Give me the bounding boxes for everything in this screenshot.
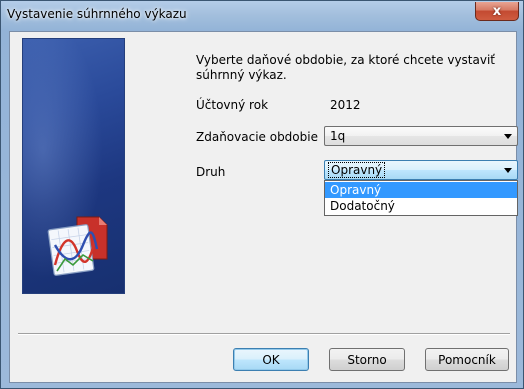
year-value: 2012: [330, 98, 361, 112]
type-dropdown-list: Opravný Dodatočný: [324, 180, 518, 216]
dropdown-option[interactable]: Dodatočný: [325, 198, 517, 214]
ok-button[interactable]: OK: [233, 348, 309, 371]
type-label: Druh: [196, 165, 226, 179]
window-title: Vystavenie súhrnného výkazu: [7, 7, 187, 21]
chevron-down-icon: [504, 134, 512, 139]
close-icon: x: [492, 3, 502, 19]
year-label: Účtovný rok: [196, 98, 269, 112]
chevron-down-icon: [504, 168, 512, 173]
dropdown-option[interactable]: Opravný: [325, 182, 517, 198]
side-banner: [22, 38, 125, 294]
help-button[interactable]: Pomocník: [425, 348, 509, 371]
type-select-value: Opravný: [328, 162, 386, 178]
period-label: Zdaňovacie obdobie: [196, 130, 318, 144]
type-select[interactable]: Opravný: [324, 160, 518, 180]
period-select-value: 1q: [330, 129, 346, 143]
button-separator: [18, 333, 510, 335]
close-button[interactable]: x: [475, 2, 519, 21]
chart-document-icon: [47, 216, 108, 276]
instruction-text: Vyberte daňové obdobie, za ktoré chcete …: [196, 53, 495, 82]
period-select[interactable]: 1q: [324, 126, 518, 146]
title-bar[interactable]: Vystavenie súhrnného výkazu x: [1, 1, 524, 31]
cancel-button[interactable]: Storno: [329, 348, 405, 371]
